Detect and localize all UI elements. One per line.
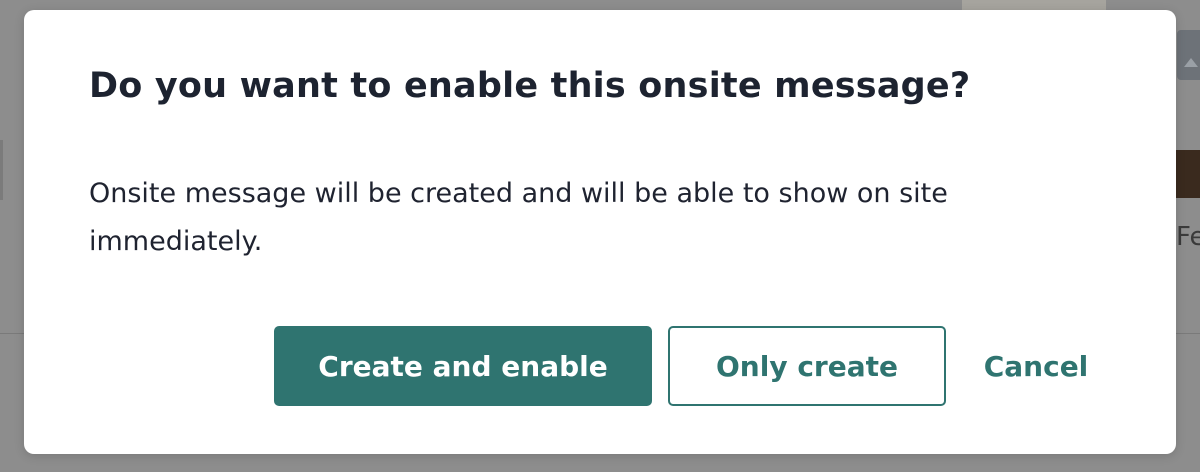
background-thumbnail xyxy=(1176,150,1200,198)
background-scroll-up-button xyxy=(1177,30,1200,80)
dialog-message: Onsite message will be created and will … xyxy=(89,178,948,257)
dialog-title: Do you want to enable this onsite messag… xyxy=(89,66,971,106)
cancel-button[interactable]: Cancel xyxy=(976,326,1096,406)
background-left-edge xyxy=(0,140,3,200)
background-divider xyxy=(0,333,24,334)
only-create-button[interactable]: Only create xyxy=(668,326,946,406)
background-divider-right xyxy=(1176,333,1200,334)
background-text-fragment: Fer xyxy=(1176,222,1200,252)
confirm-dialog: Do you want to enable this onsite messag… xyxy=(24,10,1176,454)
create-and-enable-button[interactable]: Create and enable xyxy=(274,326,652,406)
